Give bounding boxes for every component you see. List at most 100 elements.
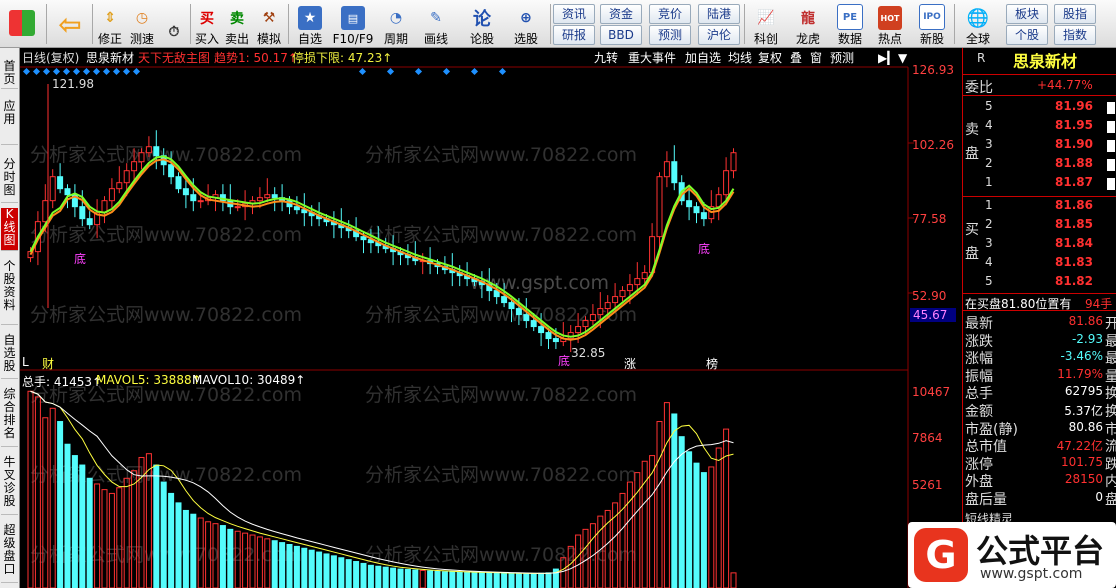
- candle-body: [523, 314, 530, 322]
- event-diamond[interactable]: [82, 67, 91, 76]
- global-label: 全球: [965, 32, 990, 46]
- event-diamond[interactable]: [470, 67, 479, 76]
- simulate-button[interactable]: ⚒ 模拟: [252, 2, 286, 46]
- ipo-icon: IPO: [919, 4, 945, 30]
- volume-bar: [700, 472, 707, 588]
- data-button[interactable]: PE 数据: [832, 2, 868, 46]
- star-market-button[interactable]: 📈 科创: [748, 2, 784, 46]
- nav-stock-info[interactable]: 个股资料: [1, 260, 18, 325]
- event-diamond[interactable]: [52, 67, 61, 76]
- sell-button[interactable]: 卖 卖出: [222, 2, 252, 46]
- research-button[interactable]: 研报: [553, 25, 595, 45]
- event-diamond[interactable]: [42, 67, 51, 76]
- adjust-button[interactable]: ⇕ 修正: [94, 2, 126, 46]
- candle-body: [597, 308, 604, 316]
- event-diamond[interactable]: [498, 67, 507, 76]
- volume-bar: [323, 553, 330, 588]
- grid-menu-button[interactable]: [4, 2, 40, 46]
- event-diamond[interactable]: [122, 67, 131, 76]
- sell-volume-bar: [1107, 140, 1115, 152]
- volume-bar: [671, 413, 678, 588]
- stat-value: -3.46%: [1060, 349, 1103, 364]
- nav-apps[interactable]: 应用: [1, 100, 18, 145]
- event-diamond[interactable]: [32, 67, 41, 76]
- event-diamond[interactable]: [132, 67, 141, 76]
- event-diamond[interactable]: [62, 67, 71, 76]
- volume-bar: [582, 528, 589, 588]
- nav-super-order[interactable]: 超级盘口: [1, 524, 18, 583]
- buy-price: 81.83: [1055, 255, 1093, 269]
- candle-body: [686, 200, 693, 208]
- volume-bar: [49, 407, 56, 588]
- hammer-icon: ⚒: [262, 10, 276, 26]
- stat-value: 0: [1095, 490, 1103, 504]
- news-button[interactable]: 资讯: [553, 4, 595, 24]
- event-diamond[interactable]: [92, 67, 101, 76]
- event-diamond[interactable]: [442, 67, 451, 76]
- event-diamond[interactable]: [102, 67, 111, 76]
- stat-value: 11.79%: [1057, 366, 1103, 381]
- volume-bar: [234, 530, 241, 588]
- sh-london-button[interactable]: 沪伦: [698, 25, 740, 45]
- nav-kline[interactable]: K线图: [1, 208, 18, 251]
- sell-volume-bar: [1107, 159, 1115, 171]
- candle-body: [116, 182, 123, 190]
- global-button[interactable]: 🌐 全球: [958, 2, 998, 47]
- bbd-button[interactable]: BBD: [600, 25, 642, 45]
- volume-bar: [441, 571, 448, 588]
- event-diamond[interactable]: [112, 67, 121, 76]
- event-diamond[interactable]: [22, 67, 31, 76]
- candle-body: [138, 152, 145, 163]
- period-button[interactable]: ◔ 周期: [378, 2, 414, 46]
- volume-bar: [663, 402, 670, 588]
- volume-bar: [145, 453, 152, 588]
- hot-button[interactable]: HOT 热点: [872, 2, 908, 46]
- stat-value: 101.75: [1061, 454, 1103, 469]
- candle-body: [271, 194, 278, 199]
- ipo-button[interactable]: IPO 新股: [914, 2, 950, 46]
- nav-home[interactable]: 首页: [1, 60, 18, 89]
- discuss-button[interactable]: 论 论股: [464, 2, 500, 46]
- nav-intraday[interactable]: 分时图: [1, 158, 18, 203]
- hot-label: 热点: [877, 32, 902, 46]
- volume-bar: [434, 570, 441, 588]
- volume-bar: [42, 417, 49, 588]
- sector-button[interactable]: 板块: [1006, 4, 1048, 24]
- volume-bar: [412, 569, 419, 588]
- event-diamond[interactable]: [386, 67, 395, 76]
- single-stock-button[interactable]: 个股: [1006, 25, 1048, 45]
- buy-button[interactable]: 买 买入: [192, 2, 222, 46]
- nav-watchlist[interactable]: 自选股: [1, 334, 18, 379]
- volume-bar: [160, 481, 167, 588]
- back-button[interactable]: ⇦: [52, 2, 88, 46]
- clock-button[interactable]: ⏱: [158, 2, 190, 46]
- auction-button[interactable]: 竞价: [649, 4, 691, 24]
- candle-body: [79, 206, 86, 220]
- event-diamond[interactable]: [414, 67, 423, 76]
- dragon-tiger-button[interactable]: 龍 龙虎: [790, 2, 826, 46]
- stock-index-button[interactable]: 股指: [1054, 4, 1096, 24]
- low-price-label: 32.85: [571, 346, 606, 360]
- watchlist-button[interactable]: ★ 自选: [292, 2, 328, 46]
- f10-button[interactable]: ▤ F10/F9: [330, 2, 376, 46]
- kline-chart[interactable]: [20, 48, 962, 588]
- volume-bar: [123, 477, 130, 588]
- hk-connect-button[interactable]: 陆港: [698, 4, 740, 24]
- nav-diagnosis[interactable]: 牛叉诊股: [1, 456, 18, 515]
- nav-ranking[interactable]: 综合排名: [1, 388, 18, 447]
- funds-button[interactable]: 资金: [600, 4, 642, 24]
- volume-bar: [308, 549, 315, 588]
- buy-book-label: 买盘: [965, 222, 979, 262]
- event-diamond[interactable]: [72, 67, 81, 76]
- volume-bar: [94, 483, 101, 588]
- forecast-button[interactable]: 预测: [649, 25, 691, 45]
- stock-pick-button[interactable]: ⊕ 选股: [506, 2, 546, 46]
- volume-bar: [175, 502, 182, 588]
- speed-test-button[interactable]: ◷ 测速: [126, 2, 158, 46]
- volume-bar: [612, 502, 619, 588]
- draw-line-button[interactable]: ✎ 画线: [418, 2, 454, 46]
- event-diamond[interactable]: [358, 67, 367, 76]
- index-button[interactable]: 指数: [1054, 25, 1096, 45]
- back-arrow-icon: ⇦: [58, 7, 82, 41]
- volume-bar: [131, 470, 138, 588]
